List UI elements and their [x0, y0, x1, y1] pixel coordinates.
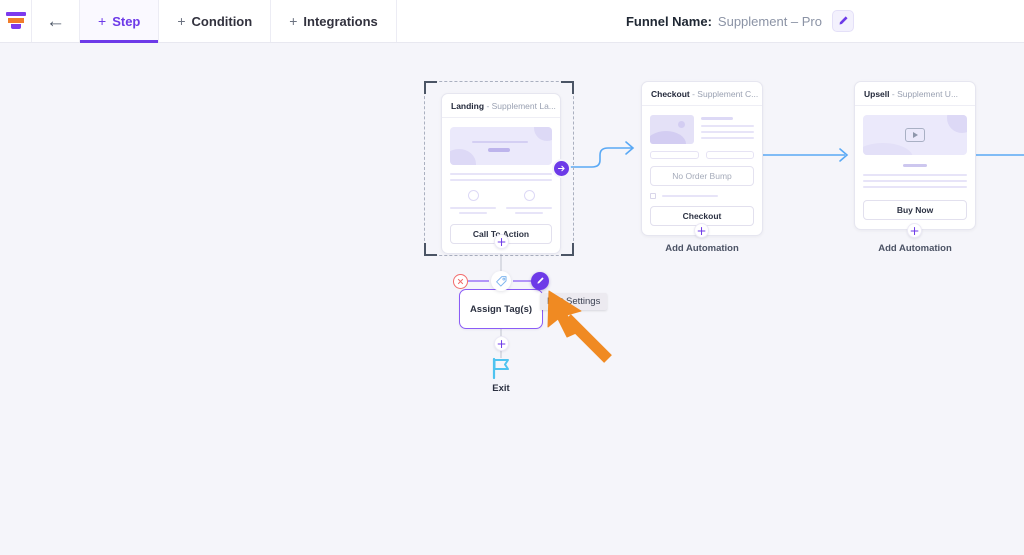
checkout-title: Checkout	[651, 89, 690, 99]
back-arrow-icon: ←	[46, 10, 65, 32]
upsell-add-automation-button[interactable]: +	[907, 223, 922, 238]
step-card-upsell[interactable]: Upsell - Supplement U... Buy Now	[854, 81, 976, 230]
landing-hero-placeholder	[450, 127, 552, 165]
tab-add-condition[interactable]: + Condition	[159, 0, 272, 42]
upsell-add-automation-label[interactable]: Add Automation	[854, 243, 976, 254]
checkout-card-header: Checkout - Supplement C...	[642, 82, 762, 106]
landing-title: Landing	[451, 101, 485, 111]
exit-node-label: Exit	[492, 383, 510, 394]
pencil-icon	[839, 16, 848, 25]
upsell-cta-button[interactable]: Buy Now	[863, 200, 967, 220]
tab-add-integrations-label: Integrations	[303, 13, 378, 29]
pencil-icon	[537, 277, 544, 284]
plus-icon: +	[177, 13, 186, 29]
funnel-name-group: Funnel Name: Supplement – Pro	[626, 0, 854, 42]
checkout-add-automation-label[interactable]: Add Automation	[641, 243, 763, 254]
tab-add-integrations[interactable]: + Integrations	[271, 0, 397, 42]
close-circle-icon[interactable]	[453, 274, 468, 289]
upsell-title: Upsell	[864, 89, 890, 99]
automation-add-step-button[interactable]: +	[494, 336, 509, 351]
landing-feature-row	[450, 190, 552, 214]
checkout-subtitle: - Supplement C...	[692, 89, 759, 99]
checkout-card-body: No Order Bump Checkout	[642, 106, 762, 235]
upsell-subtitle: - Supplement U...	[891, 89, 959, 99]
landing-card-header: Landing - Supplement La...	[442, 94, 560, 118]
flag-icon	[492, 357, 509, 380]
plus-icon: +	[289, 13, 298, 29]
play-icon	[905, 128, 925, 142]
funnel-logo-icon	[5, 11, 27, 31]
edit-funnel-name-button[interactable]	[832, 10, 854, 32]
tag-icon[interactable]	[491, 271, 511, 291]
landing-add-step-button[interactable]: +	[494, 234, 509, 249]
checkout-order-bump-button[interactable]: No Order Bump	[650, 166, 754, 186]
app-logo[interactable]	[0, 0, 32, 42]
step-card-checkout[interactable]: Checkout - Supplement C... No Order Bump	[641, 81, 763, 236]
exit-node[interactable]	[488, 355, 514, 386]
step-card-landing[interactable]: Landing - Supplement La... Call To Actio…	[441, 93, 561, 254]
landing-subtitle: - Supplement La...	[486, 101, 556, 111]
edit-settings-button[interactable]	[531, 272, 549, 290]
back-button[interactable]: ←	[32, 0, 80, 42]
upsell-card-header: Upsell - Supplement U...	[855, 82, 975, 106]
checkout-add-automation-button[interactable]: +	[694, 223, 709, 238]
tab-add-condition-label: Condition	[191, 13, 253, 29]
plus-icon: +	[98, 13, 107, 29]
tab-add-step[interactable]: + Step	[80, 0, 160, 43]
funnel-name-label: Funnel Name:	[625, 13, 712, 29]
top-toolbar: ← + Step + Condition + Integrations Funn…	[0, 0, 1024, 43]
edit-settings-tooltip: Edit Settings	[540, 293, 608, 310]
tab-add-step-label: Step	[112, 13, 141, 29]
checkout-input-fields	[650, 151, 754, 159]
automation-node-assign-tags[interactable]: Assign Tag(s)	[459, 289, 543, 329]
automation-node-label: Assign Tag(s)	[469, 303, 533, 315]
funnel-canvas[interactable]: Landing - Supplement La... Call To Actio…	[0, 43, 1024, 555]
landing-card-body: Call To Action	[442, 118, 560, 253]
funnel-name-value: Supplement – Pro	[717, 13, 822, 29]
checkout-product-image-placeholder	[650, 115, 694, 144]
upsell-video-placeholder	[863, 115, 967, 155]
arrow-right-circle-icon[interactable]	[554, 161, 569, 176]
checkout-consent-row	[650, 193, 754, 199]
upsell-card-body: Buy Now	[855, 106, 975, 229]
